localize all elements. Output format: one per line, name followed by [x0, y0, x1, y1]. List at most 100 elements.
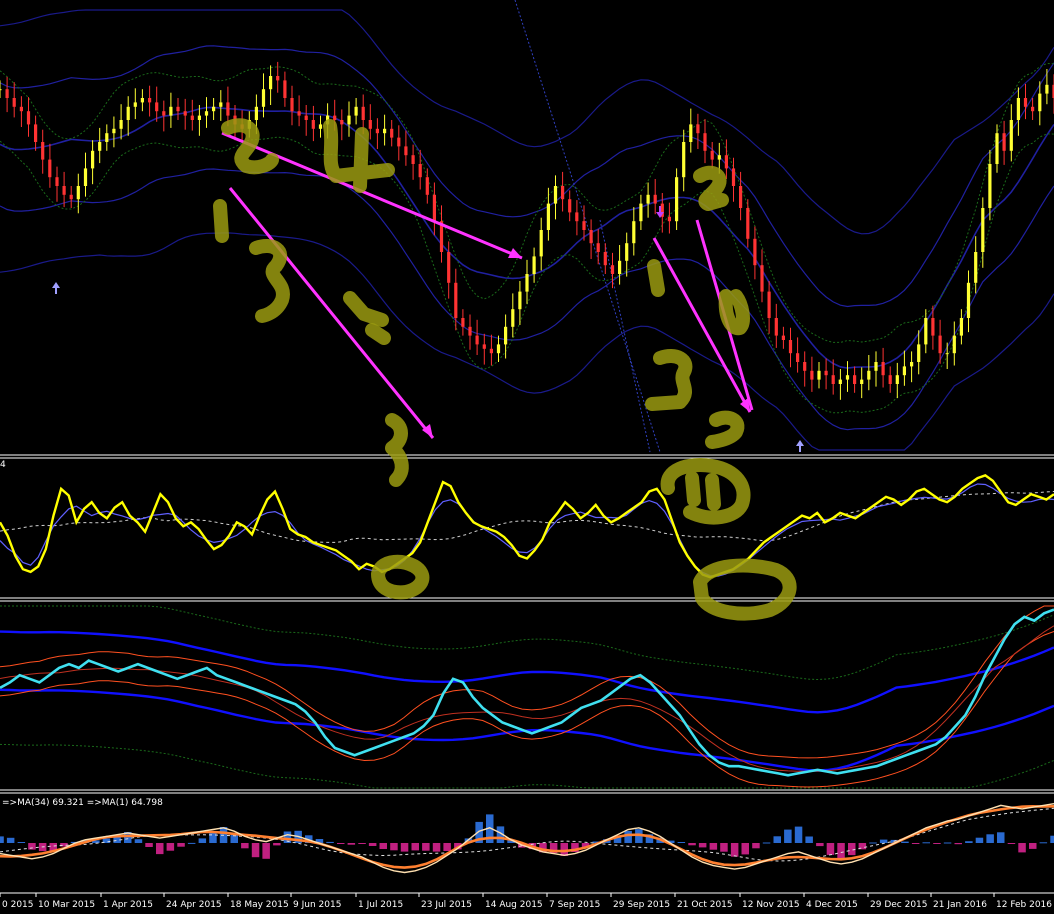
candle-body	[632, 221, 636, 244]
candle-body	[746, 208, 750, 239]
histogram-bar	[1050, 835, 1054, 843]
candle-body	[418, 164, 422, 178]
candle-body	[767, 291, 771, 318]
histogram-bar	[390, 843, 398, 851]
candle-body	[34, 124, 38, 142]
histogram-bar	[379, 843, 387, 849]
histogram-bar	[134, 839, 143, 843]
candle-body	[724, 155, 728, 169]
time-tick-label: 21 Jan 2016	[933, 900, 987, 910]
candle-body	[966, 282, 971, 318]
candle-body	[760, 265, 764, 292]
candle-body	[988, 164, 992, 208]
candle-body	[682, 142, 686, 178]
histogram-bar	[986, 834, 994, 843]
candle-body	[753, 238, 757, 266]
candle-body	[41, 142, 45, 160]
histogram-bar	[209, 832, 217, 843]
candle-body	[276, 76, 280, 81]
candle-body	[190, 115, 194, 120]
candle-body	[1023, 98, 1028, 107]
candle-body	[19, 106, 23, 112]
histogram-bar	[869, 842, 877, 844]
candle-body	[739, 186, 743, 208]
time-tick-label: 21 Oct 2015	[677, 900, 733, 910]
candle-body	[297, 111, 301, 116]
histogram-bar	[752, 843, 760, 849]
candle-body	[375, 128, 379, 134]
candle-body	[183, 111, 187, 116]
candle-body	[340, 120, 344, 125]
candle-body	[539, 230, 543, 257]
candle-body	[62, 186, 66, 195]
candle-body	[261, 89, 266, 107]
candle-body	[575, 212, 579, 222]
candle-body	[895, 375, 899, 384]
candle-body	[482, 344, 486, 349]
candle-body	[98, 142, 102, 151]
histogram-bar	[773, 836, 781, 843]
candle-body	[902, 366, 906, 376]
candle-body	[283, 80, 287, 98]
candle-body	[546, 203, 550, 230]
candle-body	[610, 265, 615, 274]
candle-body	[945, 353, 949, 355]
candle-body	[212, 106, 216, 112]
candle-body	[226, 102, 230, 116]
candle-body	[561, 186, 565, 200]
histogram-bar	[326, 841, 334, 843]
histogram-bar	[1029, 843, 1037, 849]
histogram-bar	[720, 843, 728, 852]
candle-body	[810, 370, 814, 380]
histogram-bar	[922, 842, 930, 844]
histogram-bar	[730, 843, 739, 857]
candle-body	[504, 326, 508, 345]
candle-body	[731, 168, 736, 186]
candle-body	[910, 362, 914, 367]
histogram-bar	[698, 843, 707, 848]
histogram-bar	[187, 842, 196, 844]
candle-body	[774, 318, 778, 336]
time-tick-label: 9 Jun 2015	[293, 900, 341, 910]
candle-body	[461, 318, 465, 327]
histogram-bar	[17, 842, 26, 843]
histogram-bar	[177, 843, 185, 847]
histogram-bar	[0, 836, 4, 843]
candle-body	[845, 375, 850, 380]
histogram-bar	[1039, 842, 1048, 844]
histogram-bar	[954, 843, 962, 845]
candle-body	[1031, 106, 1035, 112]
candle-body	[162, 111, 166, 116]
candle-body	[112, 128, 116, 134]
candle-body	[618, 260, 622, 274]
candle-body	[625, 243, 629, 261]
candle-body	[639, 203, 643, 222]
histogram-bar	[805, 836, 813, 843]
time-tick-label: 10 Mar 2015	[38, 900, 95, 910]
histogram-bar	[337, 843, 345, 844]
candle-body	[140, 98, 144, 103]
histogram-bar	[975, 837, 984, 843]
histogram-bar	[837, 843, 845, 859]
histogram-bar	[784, 829, 792, 843]
candle-body	[432, 194, 436, 222]
candle-body	[568, 199, 572, 213]
time-tick-label: 1 Jul 2015	[358, 900, 403, 910]
candle-body	[824, 370, 828, 376]
candle-body	[254, 106, 258, 120]
candle-body	[290, 98, 294, 112]
candle-body	[867, 370, 871, 380]
time-tick-label: 7 Sep 2015	[549, 900, 600, 910]
time-tick-label: 14 Aug 2015	[485, 900, 543, 910]
time-tick-label: 0 2015	[2, 900, 34, 910]
pane3-label: 4	[0, 460, 6, 470]
candle-body	[76, 186, 80, 200]
candle-body	[995, 133, 999, 164]
histogram-bar	[241, 843, 249, 849]
time-tick-label: 12 Feb 2016	[996, 900, 1052, 910]
histogram-bar	[677, 842, 686, 843]
candle-body	[1002, 133, 1006, 151]
histogram-bar	[741, 843, 749, 855]
candle-body	[710, 150, 714, 160]
candle-body	[796, 353, 800, 362]
